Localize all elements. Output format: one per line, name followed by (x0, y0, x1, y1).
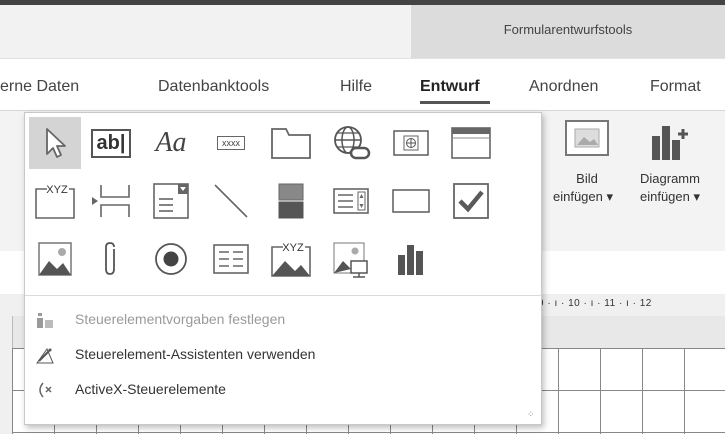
object-frame-icon-text: XYZ (282, 242, 304, 254)
menu-text-set-control-defaults: Steuerelementvorgaben festlegen (75, 311, 286, 327)
insert-chart-label-2: einfügen ▾ (639, 189, 701, 204)
ruler-ticks: 9 · ı · 10 · ı · 11 · ı · 12 (538, 298, 652, 309)
tab-help[interactable]: Hilfe (340, 78, 372, 96)
image-icon (565, 120, 609, 156)
tab-database-tools[interactable]: Datenbanktools (158, 78, 269, 96)
radio-button-icon (155, 243, 187, 275)
option-group-icon: XYZ (35, 184, 75, 219)
checkbox-tool[interactable] (445, 175, 497, 227)
tab-format[interactable]: Format (650, 78, 701, 96)
image-control-tool[interactable] (29, 233, 81, 285)
checkbox-icon (453, 183, 489, 219)
command-button-icon: xxxx (217, 136, 245, 150)
button-tool[interactable]: xxxx (205, 117, 257, 169)
list-box-icon (333, 188, 369, 214)
controls-gallery-popup: ab| Aa xxxx XYZ XYZ Steuerelementvorgabe… (24, 112, 542, 425)
globe-link-icon (334, 126, 371, 160)
page-break-tool[interactable] (85, 175, 137, 227)
activex-icon (39, 382, 52, 398)
insert-chart-button[interactable]: Diagramm einfügen ▾ (630, 118, 710, 230)
textbox-icon: ab| (90, 128, 132, 158)
list-box-tool[interactable] (325, 175, 377, 227)
rectangle-icon (392, 189, 430, 213)
popup-separator (25, 295, 541, 296)
line-tool[interactable] (205, 175, 257, 227)
image-control-icon (38, 242, 72, 276)
navigation-control-icon (451, 127, 491, 159)
hyperlink-tool[interactable] (325, 117, 377, 169)
label-tool[interactable]: Aa (145, 117, 197, 169)
subform-tool[interactable] (205, 233, 257, 285)
toggle-button-icon (278, 183, 304, 219)
menu-text-use-control-wizards: Steuerelement-Assistenten verwenden (75, 346, 316, 362)
insert-image-button[interactable]: Bild einfügen ▾ (553, 118, 619, 230)
line-icon (214, 184, 248, 218)
insert-chart-label-1: Diagramm (640, 171, 700, 186)
tab-arrange[interactable]: Anordnen (529, 78, 598, 96)
web-browser-icon (393, 130, 429, 156)
paperclip-icon (105, 242, 115, 275)
menu-item-use-control-wizards[interactable]: Steuerelement-Assistenten verwenden (25, 339, 541, 371)
select-tool[interactable] (29, 117, 81, 169)
option-button-tool[interactable] (145, 233, 197, 285)
tab-external-data[interactable]: erne Daten (0, 78, 79, 96)
unbound-object-frame-tool[interactable]: XYZ (265, 233, 317, 285)
wizard-wand-icon (36, 347, 54, 364)
chart-icon (652, 126, 688, 160)
toggle-button-tool[interactable] (265, 175, 317, 227)
tab-control-icon (271, 128, 311, 159)
active-tab-underline (420, 101, 490, 104)
control-defaults-icon (37, 313, 53, 328)
tab-control-tool[interactable] (265, 117, 317, 169)
option-group-tool[interactable]: XYZ (29, 175, 81, 227)
chart-tool[interactable] (385, 233, 437, 285)
resize-grip[interactable]: ⁘ (527, 409, 535, 420)
menu-text-activex-controls: ActiveX-Steuerelemente (75, 381, 226, 397)
object-frame-icon: XYZ (271, 242, 311, 277)
navigation-control-tool[interactable] (445, 117, 497, 169)
tab-design[interactable]: Entwurf (420, 78, 480, 96)
web-browser-tool[interactable] (385, 117, 437, 169)
pointer-arrow-icon (46, 128, 66, 158)
menu-item-activex-controls[interactable]: ActiveX-Steuerelemente (25, 374, 541, 406)
insert-image-label-1: Bild (576, 171, 598, 186)
menu-item-set-control-defaults[interactable]: Steuerelementvorgaben festlegen (25, 304, 541, 336)
textbox-tool[interactable]: ab| (85, 117, 137, 169)
combo-box-tool[interactable] (145, 175, 197, 227)
attachment-tool[interactable] (85, 233, 137, 285)
insert-image-label-2: einfügen ▾ (552, 189, 614, 204)
bound-object-frame-tool[interactable] (325, 233, 377, 285)
subform-icon (213, 244, 249, 274)
context-tab-label: Formularentwurfstools (503, 22, 633, 37)
label-icon: Aa (155, 127, 187, 158)
combo-box-icon (153, 183, 189, 219)
bar-chart-icon (398, 245, 423, 275)
option-group-icon-text: XYZ (46, 184, 68, 196)
bound-object-frame-icon (333, 242, 368, 278)
page-break-icon (92, 185, 130, 217)
rectangle-tool[interactable] (385, 175, 437, 227)
